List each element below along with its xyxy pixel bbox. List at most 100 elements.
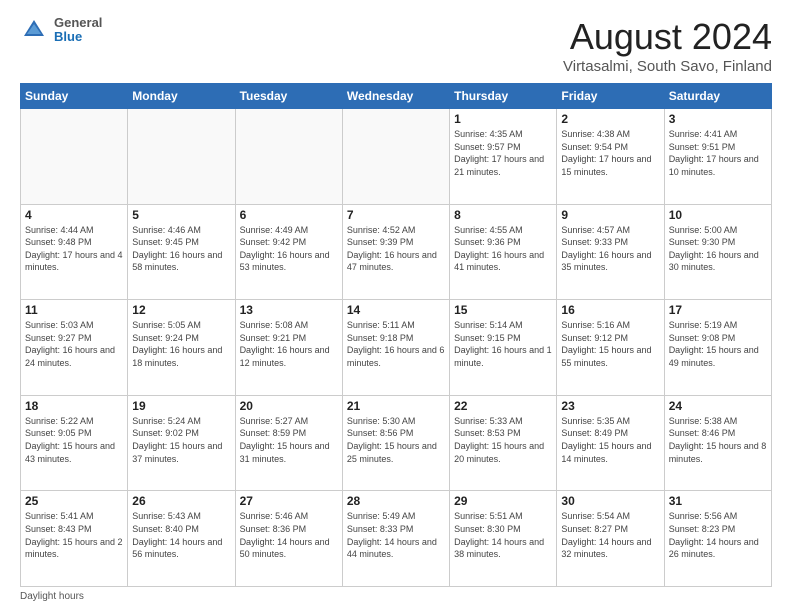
day-number: 20 (240, 399, 338, 413)
calendar-cell: 10Sunrise: 5:00 AM Sunset: 9:30 PM Dayli… (664, 204, 771, 300)
day-of-week-header: Tuesday (235, 84, 342, 109)
day-info: Sunrise: 5:00 AM Sunset: 9:30 PM Dayligh… (669, 224, 767, 274)
day-number: 26 (132, 494, 230, 508)
header: General Blue August 2024 Virtasalmi, Sou… (20, 16, 772, 75)
day-number: 4 (25, 208, 123, 222)
day-info: Sunrise: 5:51 AM Sunset: 8:30 PM Dayligh… (454, 510, 552, 560)
calendar-cell: 14 Sunrise: 5:11 AM Sunset: 9:18 PM Dayli… (342, 300, 449, 396)
logo: General Blue (20, 16, 102, 45)
day-number: 16 (561, 303, 659, 317)
day-info: Sunrise: 5:46 AM Sunset: 8:36 PM Dayligh… (240, 510, 338, 560)
calendar-subtitle: Virtasalmi, South Savo, Finland (563, 58, 772, 75)
day-number: 19 (132, 399, 230, 413)
calendar-week-row: 18Sunrise: 5:22 AM Sunset: 9:05 PM Dayli… (21, 395, 772, 491)
day-info: Sunrise: 5:16 AM Sunset: 9:12 PM Dayligh… (561, 319, 659, 369)
page: General Blue August 2024 Virtasalmi, Sou… (0, 0, 792, 612)
calendar-week-row: 11Sunrise: 5:03 AM Sunset: 9:27 PM Dayli… (21, 300, 772, 396)
day-of-week-header: Thursday (450, 84, 557, 109)
day-info: Sunrise: 5:08 AM Sunset: 9:21 PM Dayligh… (240, 319, 338, 369)
calendar-cell: 9 Sunrise: 4:57 AM Sunset: 9:33 PM Daylig… (557, 204, 664, 300)
calendar-cell: 16 Sunrise: 5:16 AM Sunset: 9:12 PM Dayli… (557, 300, 664, 396)
day-info: Sunrise: 5:24 AM Sunset: 9:02 PM Dayligh… (132, 415, 230, 465)
calendar-cell: 18Sunrise: 5:22 AM Sunset: 9:05 PM Dayli… (21, 395, 128, 491)
day-info: Sunrise: 5:38 AM Sunset: 8:46 PM Dayligh… (669, 415, 767, 465)
day-info: Sunrise: 5:30 AM Sunset: 8:56 PM Dayligh… (347, 415, 445, 465)
day-number: 12 (132, 303, 230, 317)
day-info: Sunrise: 5:33 AM Sunset: 8:53 PM Dayligh… (454, 415, 552, 465)
day-number: 22 (454, 399, 552, 413)
day-number: 17 (669, 303, 767, 317)
day-info: Sunrise: 4:52 AM Sunset: 9:39 PM Dayligh… (347, 224, 445, 274)
day-number: 6 (240, 208, 338, 222)
calendar-cell: 22 Sunrise: 5:33 AM Sunset: 8:53 PM Dayli… (450, 395, 557, 491)
day-info: Sunrise: 5:27 AM Sunset: 8:59 PM Dayligh… (240, 415, 338, 465)
calendar-cell: 5Sunrise: 4:46 AM Sunset: 9:45 PM Daylig… (128, 204, 235, 300)
calendar-cell: 2 Sunrise: 4:38 AM Sunset: 9:54 PM Daylig… (557, 109, 664, 205)
calendar-cell: 30 Sunrise: 5:54 AM Sunset: 8:27 PM Dayli… (557, 491, 664, 587)
day-number: 14 (347, 303, 445, 317)
day-info: Sunrise: 5:11 AM Sunset: 9:18 PM Dayligh… (347, 319, 445, 369)
calendar-cell: 26Sunrise: 5:43 AM Sunset: 8:40 PM Dayli… (128, 491, 235, 587)
calendar-cell: 27 Sunrise: 5:46 AM Sunset: 8:36 PM Dayli… (235, 491, 342, 587)
day-info: Sunrise: 5:41 AM Sunset: 8:43 PM Dayligh… (25, 510, 123, 560)
day-number: 18 (25, 399, 123, 413)
calendar-cell: 20 Sunrise: 5:27 AM Sunset: 8:59 PM Dayli… (235, 395, 342, 491)
day-number: 30 (561, 494, 659, 508)
logo-text: General Blue (54, 16, 102, 45)
day-info: Sunrise: 5:56 AM Sunset: 8:23 PM Dayligh… (669, 510, 767, 560)
header-row: SundayMondayTuesdayWednesdayThursdayFrid… (21, 84, 772, 109)
calendar-cell: 25Sunrise: 5:41 AM Sunset: 8:43 PM Dayli… (21, 491, 128, 587)
day-info: Sunrise: 4:38 AM Sunset: 9:54 PM Dayligh… (561, 128, 659, 178)
day-number: 8 (454, 208, 552, 222)
day-of-week-header: Sunday (21, 84, 128, 109)
day-info: Sunrise: 4:35 AM Sunset: 9:57 PM Dayligh… (454, 128, 552, 178)
day-info: Sunrise: 5:54 AM Sunset: 8:27 PM Dayligh… (561, 510, 659, 560)
day-of-week-header: Saturday (664, 84, 771, 109)
day-info: Sunrise: 5:49 AM Sunset: 8:33 PM Dayligh… (347, 510, 445, 560)
day-info: Sunrise: 4:44 AM Sunset: 9:48 PM Dayligh… (25, 224, 123, 274)
day-info: Sunrise: 5:05 AM Sunset: 9:24 PM Dayligh… (132, 319, 230, 369)
calendar-week-row: 1 Sunrise: 4:35 AM Sunset: 9:57 PM Daylig… (21, 109, 772, 205)
day-number: 2 (561, 112, 659, 126)
calendar-cell: 15Sunrise: 5:14 AM Sunset: 9:15 PM Dayli… (450, 300, 557, 396)
day-number: 9 (561, 208, 659, 222)
calendar-week-row: 4 Sunrise: 4:44 AM Sunset: 9:48 PM Daylig… (21, 204, 772, 300)
calendar-cell (21, 109, 128, 205)
daylight-hours-label: Daylight hours (20, 591, 84, 602)
day-number: 31 (669, 494, 767, 508)
calendar-title: August 2024 (563, 16, 772, 58)
day-of-week-header: Friday (557, 84, 664, 109)
day-info: Sunrise: 5:35 AM Sunset: 8:49 PM Dayligh… (561, 415, 659, 465)
calendar-cell: 21 Sunrise: 5:30 AM Sunset: 8:56 PM Dayli… (342, 395, 449, 491)
day-number: 15 (454, 303, 552, 317)
calendar-cell: 19 Sunrise: 5:24 AM Sunset: 9:02 PM Dayli… (128, 395, 235, 491)
calendar-cell: 29 Sunrise: 5:51 AM Sunset: 8:30 PM Dayli… (450, 491, 557, 587)
calendar-cell (128, 109, 235, 205)
day-number: 24 (669, 399, 767, 413)
calendar-cell: 17Sunrise: 5:19 AM Sunset: 9:08 PM Dayli… (664, 300, 771, 396)
calendar-cell: 3Sunrise: 4:41 AM Sunset: 9:51 PM Daylig… (664, 109, 771, 205)
day-number: 23 (561, 399, 659, 413)
day-number: 27 (240, 494, 338, 508)
day-number: 21 (347, 399, 445, 413)
day-number: 3 (669, 112, 767, 126)
calendar-cell: 31 Sunrise: 5:56 AM Sunset: 8:23 PM Dayli… (664, 491, 771, 587)
calendar-cell (342, 109, 449, 205)
day-number: 13 (240, 303, 338, 317)
day-number: 29 (454, 494, 552, 508)
logo-line1: General (54, 16, 102, 30)
day-info: Sunrise: 5:03 AM Sunset: 9:27 PM Dayligh… (25, 319, 123, 369)
day-info: Sunrise: 4:57 AM Sunset: 9:33 PM Dayligh… (561, 224, 659, 274)
day-number: 1 (454, 112, 552, 126)
day-of-week-header: Monday (128, 84, 235, 109)
calendar-cell: 24 Sunrise: 5:38 AM Sunset: 8:46 PM Dayli… (664, 395, 771, 491)
day-info: Sunrise: 4:46 AM Sunset: 9:45 PM Dayligh… (132, 224, 230, 274)
calendar-cell: 7 Sunrise: 4:52 AM Sunset: 9:39 PM Daylig… (342, 204, 449, 300)
logo-line2: Blue (54, 30, 102, 44)
calendar-cell: 1 Sunrise: 4:35 AM Sunset: 9:57 PM Daylig… (450, 109, 557, 205)
day-number: 7 (347, 208, 445, 222)
calendar-cell: 8Sunrise: 4:55 AM Sunset: 9:36 PM Daylig… (450, 204, 557, 300)
calendar-header: SundayMondayTuesdayWednesdayThursdayFrid… (21, 84, 772, 109)
calendar-cell: 4 Sunrise: 4:44 AM Sunset: 9:48 PM Daylig… (21, 204, 128, 300)
day-of-week-header: Wednesday (342, 84, 449, 109)
